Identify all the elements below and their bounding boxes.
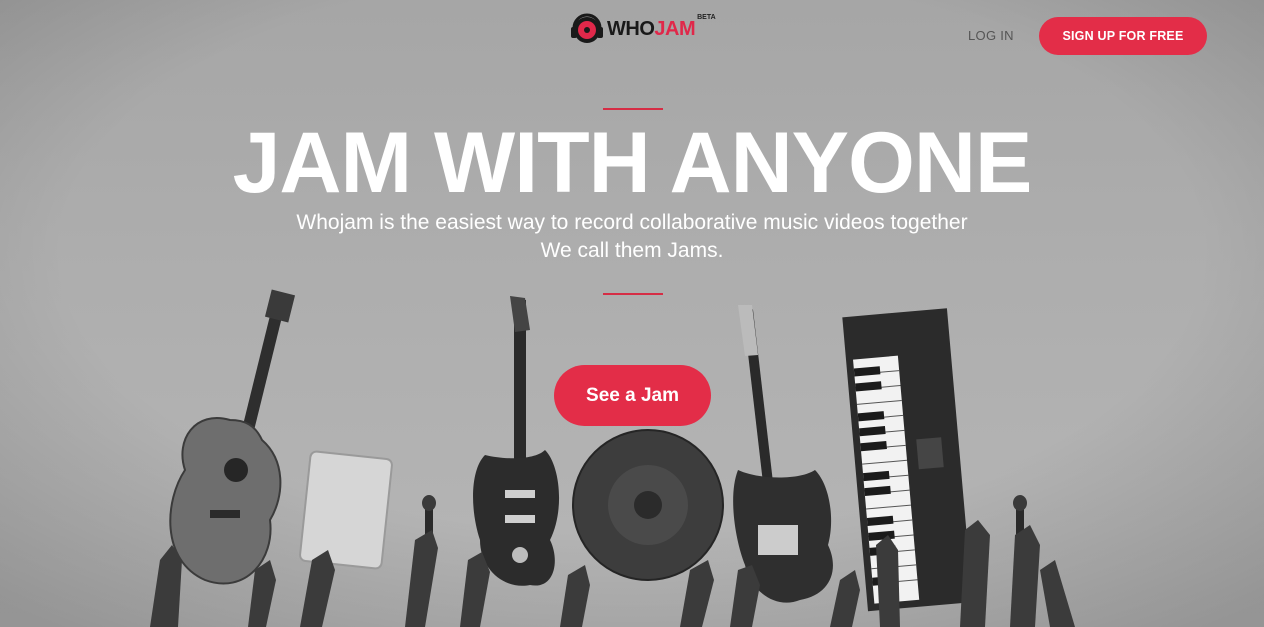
beta-badge: BETA xyxy=(697,14,716,21)
tablet-icon xyxy=(299,450,393,570)
logo-text-who: WHO xyxy=(607,18,655,40)
whojam-logo[interactable]: WHOJAM BETA xyxy=(570,12,716,46)
cymbal-icon xyxy=(572,429,724,581)
logo-text-jam: JAM xyxy=(654,18,696,40)
signup-button[interactable]: SIGN UP FOR FREE xyxy=(1039,17,1207,55)
hero-background-image xyxy=(0,0,1264,627)
hero-subtitle-line-2: We call them Jams. xyxy=(540,239,724,262)
divider-top xyxy=(603,108,663,110)
divider-bottom xyxy=(603,293,663,295)
headphones-record-icon xyxy=(571,13,603,43)
hero-headline: JAM WITH ANYONE xyxy=(232,115,1033,211)
login-link[interactable]: LOG IN xyxy=(968,28,1014,43)
hero-subtitle-line-1: Whojam is the easiest way to record coll… xyxy=(296,211,968,234)
see-a-jam-button[interactable]: See a Jam xyxy=(554,365,711,426)
